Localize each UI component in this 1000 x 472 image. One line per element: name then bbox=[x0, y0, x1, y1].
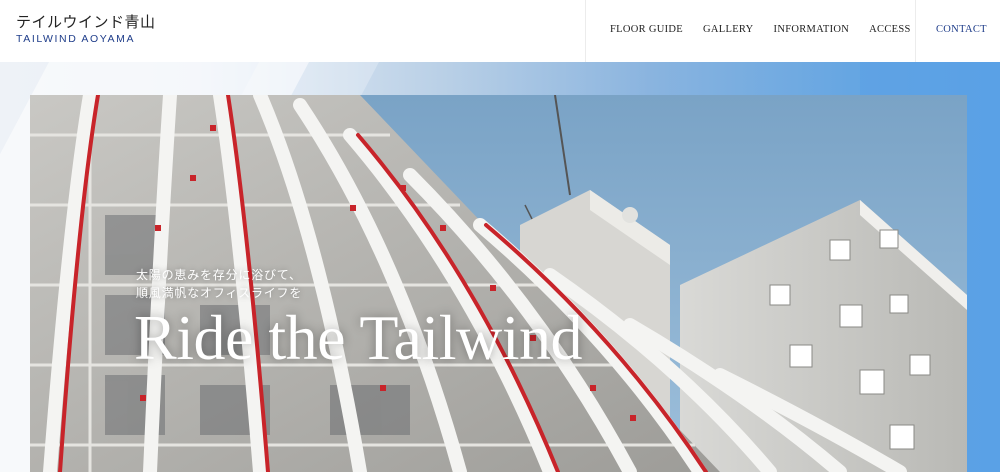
main-nav: FLOOR GUIDE GALLERY INFORMATION ACCESS bbox=[610, 24, 931, 36]
site-logo[interactable]: テイルウインド青山 TAILWIND AOYAMA bbox=[16, 13, 156, 46]
nav-floor-guide[interactable]: FLOOR GUIDE bbox=[610, 24, 683, 36]
nav-information[interactable]: INFORMATION bbox=[774, 24, 850, 36]
logo-english: TAILWIND AOYAMA bbox=[16, 33, 136, 45]
hero-title: Ride the Tailwind bbox=[134, 302, 583, 373]
hero-subtitle-line1: 太陽の恵みを存分に浴びて、 bbox=[136, 268, 302, 282]
contact-link[interactable]: CONTACT bbox=[936, 24, 987, 36]
nav-access[interactable]: ACCESS bbox=[869, 24, 910, 36]
nav-gallery[interactable]: GALLERY bbox=[703, 24, 754, 36]
nav-divider-left bbox=[585, 0, 586, 62]
logo-japanese: テイルウインド青山 bbox=[16, 13, 156, 31]
hero-subtitle: 太陽の恵みを存分に浴びて、 順風満帆なオフィスライフを bbox=[136, 266, 302, 302]
site-header: テイルウインド青山 TAILWIND AOYAMA FLOOR GUIDE GA… bbox=[0, 0, 1000, 62]
nav-divider-right bbox=[915, 0, 916, 62]
